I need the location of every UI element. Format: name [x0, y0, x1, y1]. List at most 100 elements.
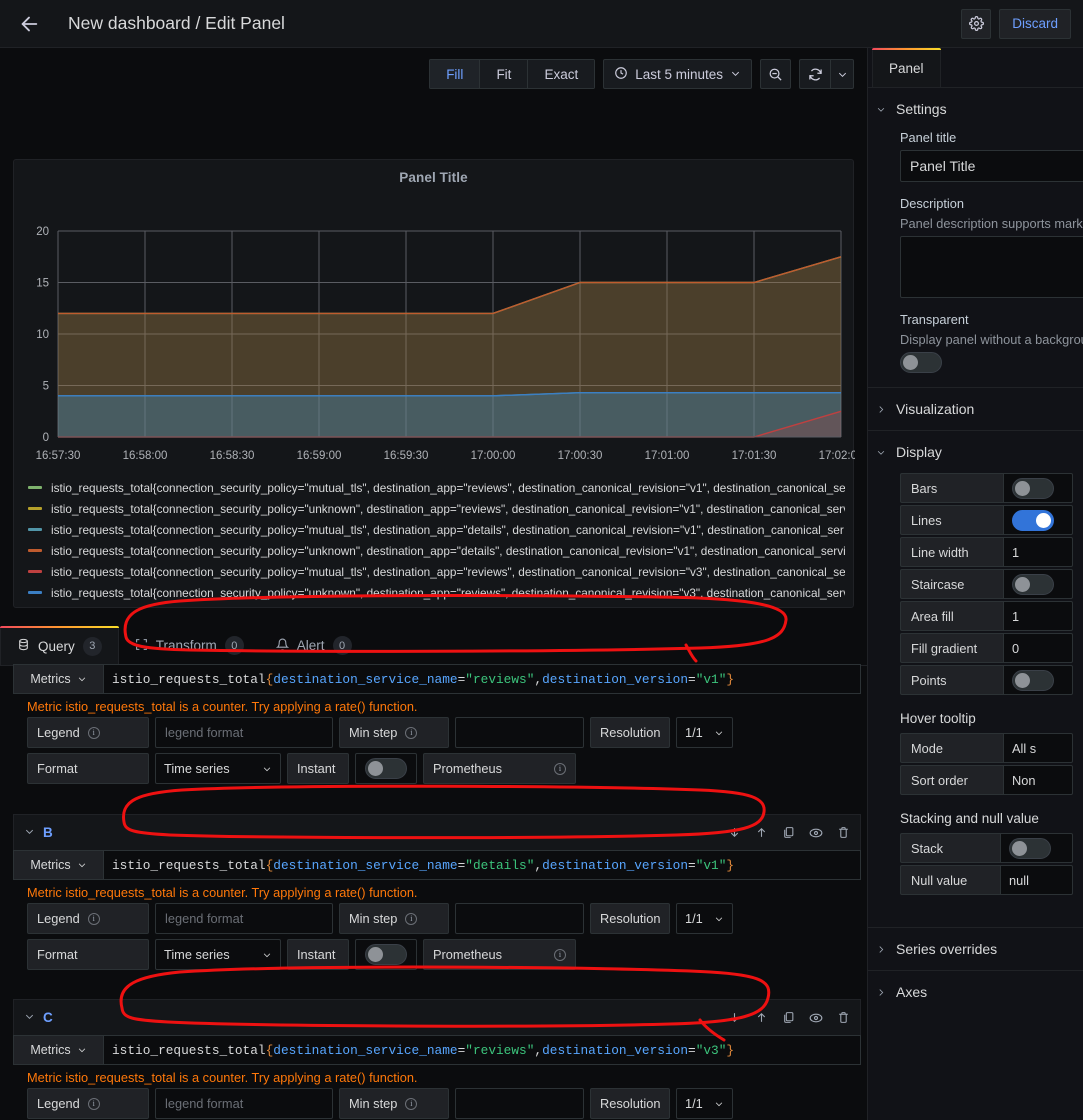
query-c-options-row-1: Legend i legend format Min step i Resolu…: [27, 1088, 861, 1119]
move-up-icon[interactable]: [755, 826, 768, 839]
expr-token-metric: istio_requests_total: [112, 857, 266, 873]
info-icon[interactable]: i: [87, 1097, 100, 1110]
expr-token-label: destination_service_name: [273, 671, 458, 687]
tab-panel[interactable]: Panel: [872, 48, 941, 87]
refresh-interval-dropdown[interactable]: [830, 59, 854, 89]
chevron-right-icon: [876, 944, 886, 955]
info-icon[interactable]: i: [87, 726, 100, 739]
null-value-value[interactable]: null: [1000, 865, 1073, 895]
section-series-overrides[interactable]: Series overrides: [868, 928, 1083, 970]
metrics-dropdown[interactable]: Metrics: [13, 850, 103, 880]
info-icon[interactable]: i: [405, 726, 418, 739]
legend-format-input[interactable]: legend format: [155, 717, 333, 748]
gear-icon[interactable]: [961, 8, 992, 39]
tab-transform-count: 0: [224, 636, 244, 655]
query-b-header[interactable]: B: [13, 814, 861, 850]
hover-row-mode: Mode All s: [900, 733, 1073, 763]
duplicate-icon[interactable]: [782, 1011, 795, 1024]
delete-icon[interactable]: [837, 826, 850, 839]
list-item[interactable]: istio_requests_total{connection_security…: [28, 519, 845, 540]
graph-plot-area[interactable]: 0 5 10 15 20 16:57:30 16:58:00 16:58:30 16:59:00…: [14, 185, 855, 475]
legend-series-name: istio_requests_total{connection_security…: [51, 585, 845, 600]
toggle-visibility-icon[interactable]: [809, 1011, 823, 1025]
info-icon[interactable]: i: [405, 912, 418, 925]
legend-label-text: Legend: [37, 1096, 80, 1111]
zoom-out-icon[interactable]: [760, 59, 791, 89]
list-item[interactable]: istio_requests_total{connection_security…: [28, 540, 845, 561]
metrics-dropdown[interactable]: Metrics: [13, 1035, 103, 1065]
section-settings[interactable]: Settings: [868, 88, 1083, 130]
section-axes[interactable]: Axes: [868, 971, 1083, 1013]
resolution-select[interactable]: 1/1: [676, 903, 733, 934]
collapse-chevron-icon[interactable]: [24, 824, 35, 842]
size-mode-exact[interactable]: Exact: [527, 59, 596, 89]
min-step-label-text: Min step: [349, 725, 398, 740]
legend-format-input[interactable]: legend format: [155, 1088, 333, 1119]
min-step-input[interactable]: [455, 717, 584, 748]
format-select[interactable]: Time series: [155, 939, 281, 970]
list-item[interactable]: istio_requests_total{connection_security…: [28, 561, 845, 582]
line-width-value[interactable]: 1: [1003, 537, 1073, 567]
legend-format-input[interactable]: legend format: [155, 903, 333, 934]
info-icon[interactable]: i: [554, 948, 566, 961]
stack-toggle[interactable]: [1009, 837, 1051, 859]
time-range-picker[interactable]: Last 5 minutes: [603, 59, 752, 89]
resolution-select[interactable]: 1/1: [676, 717, 733, 748]
size-mode-fill[interactable]: Fill: [429, 59, 480, 89]
query-a-expression-input[interactable]: istio_requests_total{destination_service…: [103, 664, 861, 694]
list-item[interactable]: istio_requests_total{connection_security…: [28, 498, 845, 519]
move-down-icon[interactable]: [728, 1011, 741, 1024]
display-row-staircase: Staircase: [900, 569, 1073, 599]
section-display[interactable]: Display: [868, 431, 1083, 473]
metrics-dropdown[interactable]: Metrics: [13, 664, 103, 694]
toggle-visibility-icon[interactable]: [809, 826, 823, 840]
tab-transform[interactable]: Transform 0: [119, 626, 260, 665]
tooltip-sort-order-value[interactable]: Non: [1003, 765, 1073, 795]
move-down-icon[interactable]: [728, 826, 741, 839]
datasource-label: Prometheus i: [423, 939, 576, 970]
resolution-value: 1/1: [685, 1096, 703, 1111]
staircase-toggle[interactable]: [1012, 573, 1054, 595]
min-step-input[interactable]: [455, 1088, 584, 1119]
delete-icon[interactable]: [837, 1011, 850, 1024]
expr-token-brace: }: [726, 1042, 735, 1058]
resolution-select[interactable]: 1/1: [676, 1088, 733, 1119]
tab-query[interactable]: Query 3: [0, 626, 119, 665]
query-c-header[interactable]: C: [13, 999, 861, 1035]
query-c-expression-input[interactable]: istio_requests_total{destination_service…: [103, 1035, 861, 1065]
duplicate-icon[interactable]: [782, 826, 795, 839]
lines-toggle[interactable]: [1012, 509, 1054, 531]
min-step-input[interactable]: [455, 903, 584, 934]
points-toggle[interactable]: [1012, 669, 1054, 691]
info-icon[interactable]: i: [554, 762, 566, 775]
refresh-icon[interactable]: [799, 59, 830, 89]
description-label: Description: [900, 196, 965, 211]
panel-title-input[interactable]: Panel Title: [900, 150, 1083, 182]
instant-toggle[interactable]: [365, 758, 407, 779]
tab-alert[interactable]: Alert 0: [260, 626, 368, 665]
tooltip-mode-value[interactable]: All s: [1003, 733, 1073, 763]
fill-gradient-value[interactable]: 0: [1003, 633, 1073, 663]
bell-icon: [275, 638, 289, 654]
top-bar: New dashboard / Edit Panel Discard: [0, 0, 1083, 48]
bars-toggle[interactable]: [1012, 477, 1054, 499]
info-icon[interactable]: i: [87, 912, 100, 925]
list-item[interactable]: istio_requests_total{connection_security…: [28, 582, 845, 603]
format-select[interactable]: Time series: [155, 753, 281, 784]
description-textarea[interactable]: [900, 236, 1083, 298]
size-mode-fit[interactable]: Fit: [479, 59, 528, 89]
options-pane-tabs: Panel: [868, 48, 1083, 88]
area-fill-value[interactable]: 1: [1003, 601, 1073, 631]
back-button[interactable]: [12, 7, 46, 41]
list-item[interactable]: istio_requests_total{connection_security…: [28, 477, 845, 498]
discard-button[interactable]: Discard: [999, 8, 1071, 39]
section-visualization[interactable]: Visualization: [868, 388, 1083, 430]
instant-toggle[interactable]: [365, 944, 407, 965]
info-icon[interactable]: i: [405, 1097, 418, 1110]
x-axis-tick-label: 16:58:30: [210, 450, 255, 462]
move-up-icon[interactable]: [755, 1011, 768, 1024]
legend-series-name: istio_requests_total{connection_security…: [51, 522, 844, 537]
query-b-expression-input[interactable]: istio_requests_total{destination_service…: [103, 850, 861, 880]
transparent-toggle[interactable]: [900, 352, 942, 373]
collapse-chevron-icon[interactable]: [24, 1009, 35, 1027]
